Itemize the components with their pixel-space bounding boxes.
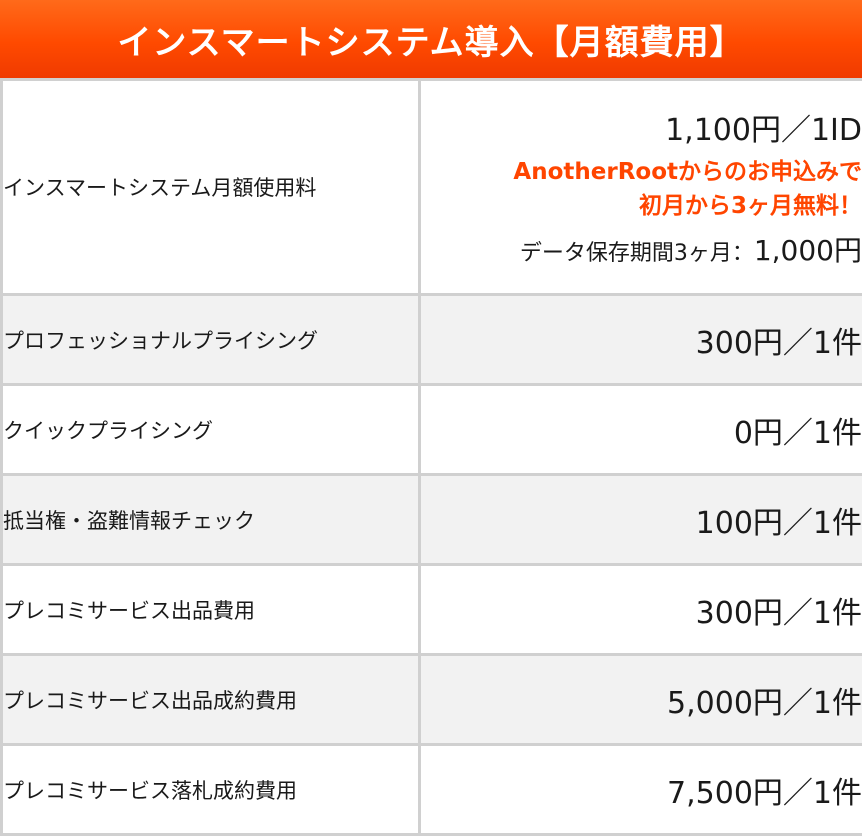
table-row: 抵当権・盗難情報チェック 100円／1件 <box>0 473 862 566</box>
storage-option: データ保存期間3ヶ月：1,000円 <box>421 229 862 269</box>
fee-table: インスマートシステム月額使用料 1,100円／1ID AnotherRootから… <box>0 78 862 836</box>
fee-price: 100円／1件 <box>418 473 862 566</box>
table-row: インスマートシステム月額使用料 1,100円／1ID AnotherRootから… <box>0 78 862 296</box>
table-row: プレコミサービス出品費用 300円／1件 <box>0 563 862 656</box>
promo-text-line1: AnotherRootからのお申込みで <box>513 159 862 185</box>
fee-price: 7,500円／1件 <box>418 743 862 836</box>
table-row: プレコミサービス落札成約費用 7,500円／1件 <box>0 743 862 836</box>
fee-price: 300円／1件 <box>418 563 862 656</box>
storage-label: データ保存期間3ヶ月： <box>519 241 754 266</box>
fee-label: プレコミサービス出品費用 <box>0 563 421 656</box>
storage-price: 1,000円 <box>753 234 862 267</box>
fee-price: 1,100円／1ID <box>665 113 862 148</box>
promo-text-line2: 初月から3ヶ月無料！ <box>638 193 862 219</box>
table-row: クイックプライシング 0円／1件 <box>0 383 862 476</box>
fee-price: 5,000円／1件 <box>418 653 862 746</box>
table-row: プロフェッショナルプライシング 300円／1件 <box>0 293 862 386</box>
fee-label: プロフェッショナルプライシング <box>0 293 421 386</box>
table-row: プレコミサービス出品成約費用 5,000円／1件 <box>0 653 862 746</box>
fee-value: 1,100円／1ID AnotherRootからのお申込みで 初月から3ヶ月無料… <box>418 78 862 296</box>
fee-label: インスマートシステム月額使用料 <box>0 78 421 296</box>
fee-label: プレコミサービス落札成約費用 <box>0 743 421 836</box>
fee-label: 抵当権・盗難情報チェック <box>0 473 421 566</box>
fee-table-panel: インスマートシステム導入【月額費用】 インスマートシステム月額使用料 1,100… <box>0 0 862 836</box>
page-title: インスマートシステム導入【月額費用】 <box>0 0 862 78</box>
fee-price: 0円／1件 <box>418 383 862 476</box>
fee-label: クイックプライシング <box>0 383 421 476</box>
fee-price: 300円／1件 <box>418 293 862 386</box>
fee-label: プレコミサービス出品成約費用 <box>0 653 421 746</box>
